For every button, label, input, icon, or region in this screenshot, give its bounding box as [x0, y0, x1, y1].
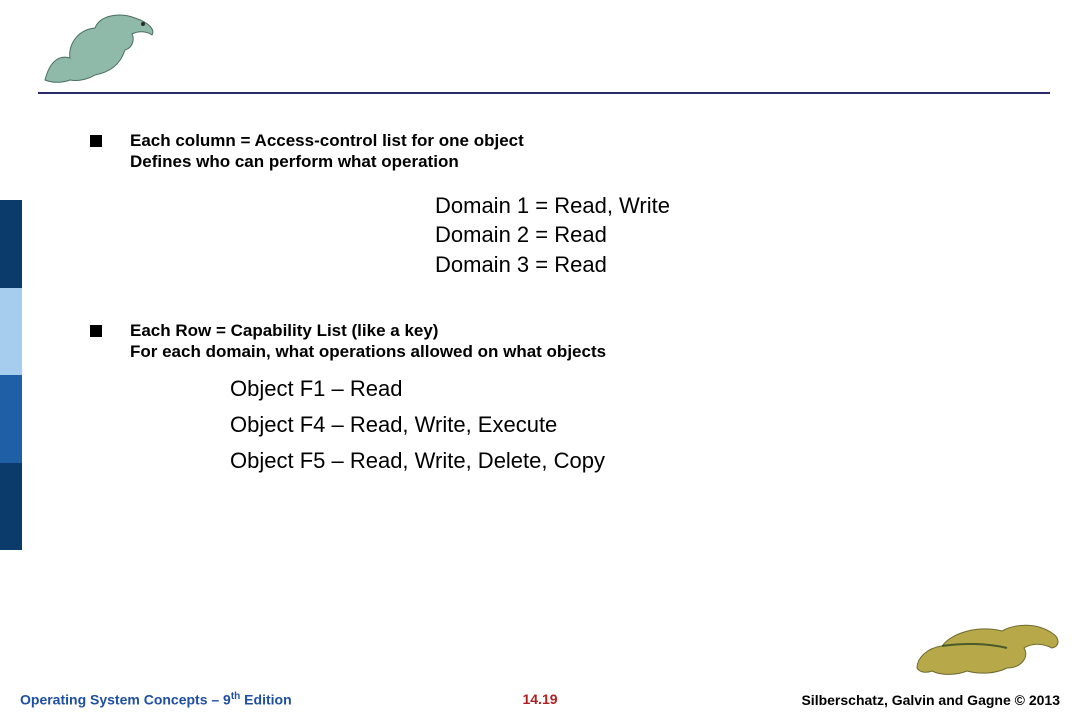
- bullet1-line1: Each column = Access-control list for on…: [130, 131, 524, 150]
- bullet1-line2: Defines who can perform what operation: [130, 152, 459, 171]
- strip-segment: [0, 200, 22, 288]
- bullet-item-acl: Each column = Access-control list for on…: [90, 130, 1020, 173]
- domain-line: Domain 1 = Read, Write: [435, 191, 1020, 221]
- domain-line: Domain 2 = Read: [435, 220, 1020, 250]
- footer-slide-number: 14.19: [522, 691, 557, 707]
- bullet-text: Each Row = Capability List (like a key) …: [130, 320, 606, 363]
- bottom-dinosaur-image: [912, 613, 1062, 678]
- domain-line: Domain 3 = Read: [435, 250, 1020, 280]
- header-divider: [38, 92, 1050, 94]
- footer-left-tail: Edition: [240, 692, 291, 708]
- footer-left-prefix: Operating System Concepts – 9: [20, 692, 231, 708]
- dinosaur-svg-bottom: [912, 613, 1062, 678]
- slide-content: Each column = Access-control list for on…: [90, 130, 1020, 484]
- object-line: Object F5 – Read, Write, Delete, Copy: [230, 448, 1020, 474]
- bullet2-line2: For each domain, what operations allowed…: [130, 342, 606, 361]
- domain-list: Domain 1 = Read, Write Domain 2 = Read D…: [435, 191, 1020, 280]
- bullet-text: Each column = Access-control list for on…: [130, 130, 524, 173]
- left-color-strip: [0, 200, 22, 550]
- bullet2-line1: Each Row = Capability List (like a key): [130, 321, 438, 340]
- object-line: Object F4 – Read, Write, Execute: [230, 412, 1020, 438]
- object-list: Object F1 – Read Object F4 – Read, Write…: [230, 376, 1020, 474]
- strip-segment: [0, 463, 22, 551]
- slide-footer: Operating System Concepts – 9th Edition …: [20, 691, 1060, 708]
- bullet-icon: [90, 325, 102, 337]
- strip-segment: [0, 375, 22, 463]
- footer-book-title: Operating System Concepts – 9th Edition: [20, 691, 292, 708]
- bullet-item-capability: Each Row = Capability List (like a key) …: [90, 320, 1020, 363]
- footer-copyright: Silberschatz, Galvin and Gagne © 2013: [801, 692, 1060, 708]
- top-dinosaur-image: [40, 10, 160, 85]
- object-line: Object F1 – Read: [230, 376, 1020, 402]
- strip-segment: [0, 288, 22, 376]
- bullet-icon: [90, 135, 102, 147]
- dinosaur-svg-top: [40, 10, 160, 85]
- footer-left-sup: th: [231, 691, 240, 702]
